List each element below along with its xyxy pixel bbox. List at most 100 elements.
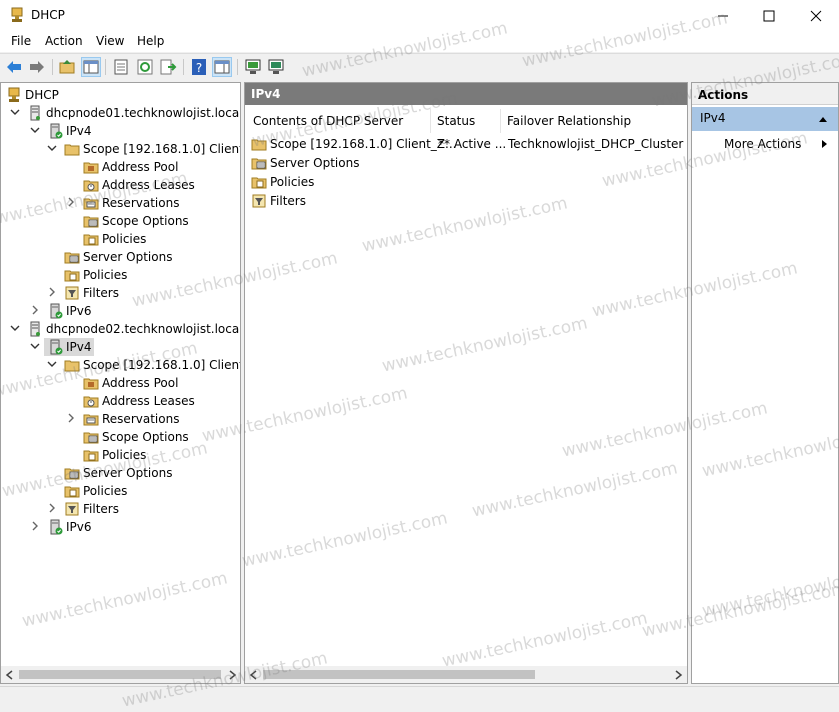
result-pane[interactable]: IPv4 Contents of DHCP Server Status Fail… <box>244 82 688 684</box>
tree-node[interactable]: Server Options <box>1 248 240 266</box>
list-item[interactable]: Server Options <box>247 154 685 173</box>
tree-node[interactable]: Policies <box>1 230 240 248</box>
submenu-arrow-icon <box>822 140 827 148</box>
actions-title: Actions <box>692 83 838 105</box>
ipv4-icon <box>50 123 63 139</box>
expand-chevron-down-icon[interactable] <box>30 125 40 135</box>
scroll-right-icon[interactable] <box>673 670 683 680</box>
menu-action[interactable]: Action <box>45 34 83 48</box>
tree-node[interactable]: Scope Options <box>1 428 240 446</box>
list-item[interactable]: Policies <box>247 173 685 192</box>
export-list-icon[interactable] <box>159 58 177 76</box>
list-item[interactable]: Scope [192.168.1.0] Client_Z... ** Active… <box>247 135 685 154</box>
tree-node[interactable]: Scope [192.168.1.0] Client_Zone <box>1 356 240 374</box>
result-scroll-thumb[interactable] <box>263 670 535 679</box>
tree-node[interactable]: IPv6 <box>1 518 240 536</box>
expand-chevron-right-icon[interactable] <box>66 413 76 423</box>
tree-node-label: Server Options <box>83 466 173 480</box>
tree-horizontal-scrollbar[interactable] <box>1 666 240 683</box>
tree-node[interactable]: DHCP <box>1 86 240 104</box>
address-leases-icon <box>83 396 99 408</box>
tree-node[interactable]: Server Options <box>1 464 240 482</box>
tree-node-label: Address Pool <box>102 160 179 174</box>
tree-node-label: Scope Options <box>102 214 189 228</box>
properties-icon[interactable] <box>112 58 130 76</box>
expand-chevron-right-icon[interactable] <box>66 197 76 207</box>
expand-chevron-right-icon[interactable] <box>47 287 57 297</box>
close-icon <box>810 10 822 22</box>
tree-node-label: dhcpnode01.techknowlojist.local <box>46 106 241 120</box>
server-monitor-icon[interactable] <box>244 58 262 76</box>
server-options-icon <box>251 158 267 170</box>
up-folder-icon[interactable] <box>58 58 76 76</box>
reservations-icon <box>83 414 99 426</box>
maximize-icon <box>763 10 775 22</box>
collapse-up-icon[interactable] <box>818 114 828 124</box>
tree-node[interactable]: Reservations <box>1 410 240 428</box>
expand-chevron-down-icon[interactable] <box>30 341 40 351</box>
tree-node[interactable]: Policies <box>1 446 240 464</box>
column-header-contents[interactable]: Contents of DHCP Server <box>247 109 431 133</box>
expand-chevron-down-icon[interactable] <box>47 359 57 369</box>
scroll-left-icon[interactable] <box>5 670 15 680</box>
tree-node[interactable]: Address Pool <box>1 374 240 392</box>
show-hide-tree-button[interactable] <box>81 57 101 77</box>
tree-scroll-thumb[interactable] <box>19 670 221 679</box>
actions-group-ipv4[interactable]: IPv4 <box>692 107 838 131</box>
back-arrow-icon[interactable] <box>5 58 23 76</box>
policies-icon <box>64 486 80 498</box>
tree-node[interactable]: Scope [192.168.1.0] Client_Zone <box>1 140 240 158</box>
title-bar: DHCP <box>0 0 839 31</box>
tree-node[interactable]: dhcpnode01.techknowlojist.local <box>1 104 241 122</box>
expand-chevron-right-icon[interactable] <box>30 305 40 315</box>
help-icon[interactable]: ? <box>190 58 208 76</box>
tree-node[interactable]: Policies <box>1 266 240 284</box>
refresh-icon[interactable] <box>136 58 154 76</box>
console-tree-pane[interactable]: DHCP dhcpnode01.techknowlojist.local IPv4 S… <box>0 82 241 684</box>
actions-pane: Actions IPv4 More Actions <box>691 82 839 684</box>
show-hide-action-pane-button[interactable] <box>212 57 232 77</box>
menu-help[interactable]: Help <box>137 34 164 48</box>
close-button[interactable] <box>793 0 839 31</box>
tree-node[interactable]: Policies <box>1 482 240 500</box>
column-header-status[interactable]: Status <box>431 109 501 133</box>
column-header-failover[interactable]: Failover Relationship <box>501 109 687 133</box>
expand-chevron-down-icon[interactable] <box>10 107 20 117</box>
ipv6-icon <box>50 303 63 319</box>
tree-node[interactable]: IPv6 <box>1 302 240 320</box>
tree-node[interactable]: Filters <box>1 500 240 518</box>
scope-options-icon <box>83 216 99 228</box>
tree-node[interactable]: Reservations <box>1 194 240 212</box>
authorize-server-icon[interactable] <box>267 58 285 76</box>
menu-view[interactable]: View <box>96 34 124 48</box>
expand-chevron-down-icon[interactable] <box>10 323 20 333</box>
scope-options-icon <box>83 432 99 444</box>
server-icon <box>30 105 40 121</box>
minimize-button[interactable] <box>700 0 746 31</box>
tree-node[interactable]: dhcpnode02.techknowlojist.local <box>1 320 240 338</box>
tree-node-label: Reservations <box>102 196 180 210</box>
folder-icon <box>64 360 80 372</box>
policies-icon <box>251 177 267 189</box>
filters-icon <box>65 286 79 300</box>
tree-node[interactable]: Address Leases <box>1 392 240 410</box>
tree-node[interactable]: Address Leases <box>1 176 240 194</box>
expand-chevron-right-icon[interactable] <box>47 503 57 513</box>
tree-node[interactable]: Filters <box>1 284 240 302</box>
result-horizontal-scrollbar[interactable] <box>245 666 687 683</box>
tree-node[interactable]: IPv4 <box>1 122 240 140</box>
forward-arrow-icon[interactable] <box>28 58 46 76</box>
action-pane-icon <box>214 60 230 74</box>
scroll-left-icon[interactable] <box>249 670 259 680</box>
tree-node[interactable]: Scope Options <box>1 212 240 230</box>
menu-file[interactable]: File <box>11 34 31 48</box>
window-title: DHCP <box>31 8 65 22</box>
more-actions-item[interactable]: More Actions <box>724 137 827 151</box>
maximize-button[interactable] <box>746 0 792 31</box>
tree-node[interactable]: IPv4 <box>1 338 240 356</box>
scroll-right-icon[interactable] <box>227 670 237 680</box>
tree-node[interactable]: Address Pool <box>1 158 240 176</box>
expand-chevron-right-icon[interactable] <box>30 521 40 531</box>
list-item[interactable]: Filters <box>247 192 685 211</box>
expand-chevron-down-icon[interactable] <box>47 143 57 153</box>
